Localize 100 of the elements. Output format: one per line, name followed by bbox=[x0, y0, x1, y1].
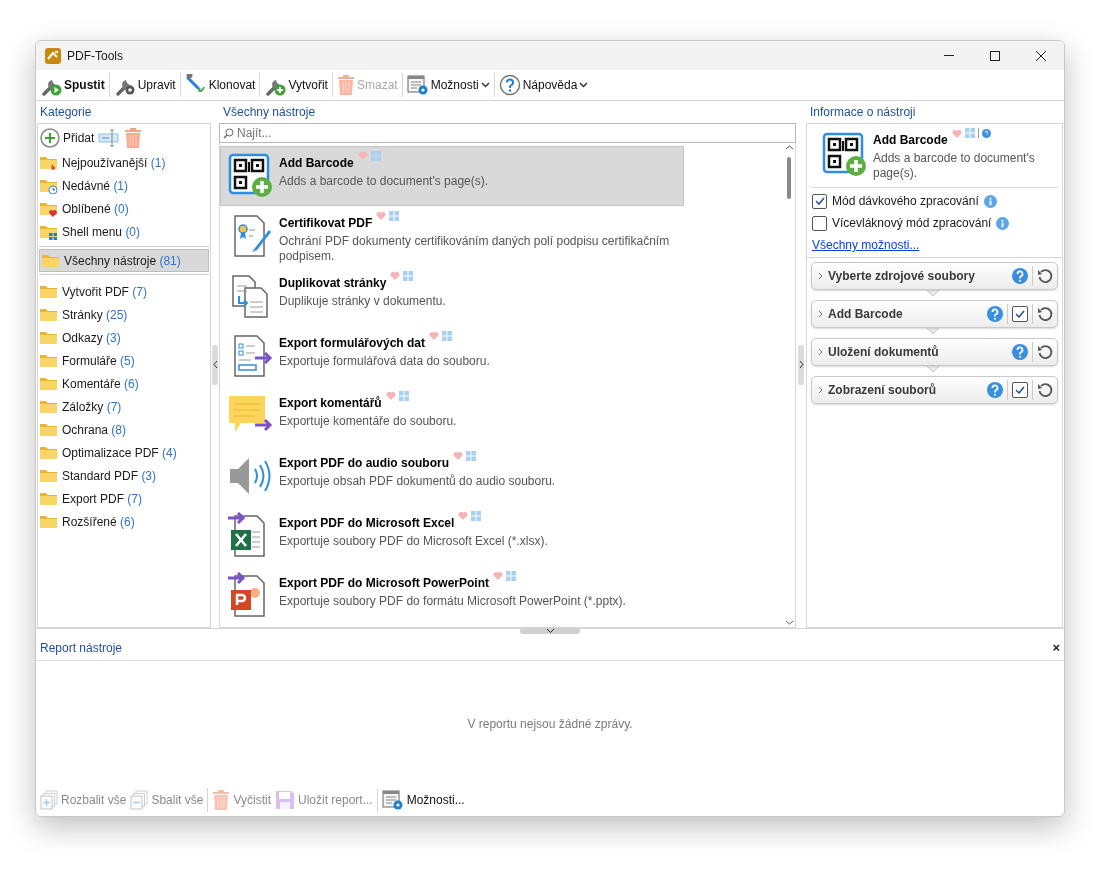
chevron-right-icon bbox=[798, 361, 804, 368]
checkbox[interactable] bbox=[812, 215, 827, 231]
tool-description: Ochrání PDF dokumenty certifikováním daných polí podpisu certifikačním podpisem. bbox=[279, 234, 671, 264]
category-item[interactable]: Nejpoužívanější (1) bbox=[38, 151, 210, 174]
step-panel[interactable]: Zobrazení souborů bbox=[811, 376, 1058, 404]
folder-icon bbox=[40, 283, 58, 300]
tool-title: Export PDF do Microsoft Excel bbox=[279, 515, 455, 532]
chevron-down-icon bbox=[579, 82, 589, 88]
add-button[interactable]: Přidat bbox=[40, 127, 95, 148]
category-item[interactable]: Standard PDF (3) bbox=[38, 464, 210, 487]
folder-windows-icon bbox=[40, 223, 58, 240]
windows-icon bbox=[466, 451, 476, 461]
heart-icon bbox=[453, 451, 463, 460]
checkbox[interactable] bbox=[812, 193, 827, 209]
help-icon bbox=[1012, 344, 1028, 360]
tool-item[interactable]: Duplikovat stránky Duplikuje stránky v dokumentu. bbox=[220, 266, 684, 326]
category-item[interactable]: Rozšířené (6) bbox=[38, 510, 210, 533]
help-icon bbox=[987, 382, 1003, 398]
category-item[interactable]: Všechny nástroje (81) bbox=[39, 249, 209, 272]
heart-icon bbox=[376, 211, 387, 220]
toolbar-button[interactable]: Nápověda bbox=[496, 71, 591, 99]
tool-item[interactable]: Export formulářových dat Exportuje formulářová data do souboru. bbox=[220, 326, 684, 386]
empty-message: V reportu nejsou žádné zprávy. bbox=[467, 715, 633, 733]
checkmark-icon bbox=[1015, 386, 1025, 394]
step-panel[interactable]: Add Barcode bbox=[811, 300, 1058, 328]
checkbox[interactable] bbox=[1012, 306, 1028, 322]
windows-icon bbox=[398, 391, 409, 401]
category-item[interactable]: Vytvořit PDF (7) bbox=[38, 280, 210, 303]
tool-description: Exportuje formulářová data do souboru. bbox=[279, 354, 491, 369]
category-item[interactable]: Komentáře (6) bbox=[38, 372, 210, 395]
folder-icon bbox=[40, 513, 58, 530]
trash-icon bbox=[336, 74, 355, 96]
options-gear-icon bbox=[381, 789, 404, 811]
tool-description: Exportuje soubory PDF do Microsoft Excel (*.xlsx). bbox=[279, 534, 549, 549]
toolbar-button[interactable]: Možnosti... bbox=[379, 787, 467, 813]
step-panel[interactable]: Vyberte zdrojové soubory bbox=[811, 262, 1058, 290]
tool-title: Add Barcode bbox=[279, 155, 354, 172]
tool-title: Export formulářových dat bbox=[279, 335, 426, 352]
tool-title: Certifikovat PDF bbox=[279, 215, 373, 232]
options-gear-icon bbox=[406, 74, 429, 96]
tool-item[interactable]: Add Barcode Adds a barcode to document's page(s). bbox=[220, 146, 684, 206]
tool-item[interactable]: Export komentářů Exportuje komentáře do souboru. bbox=[220, 386, 684, 446]
chevron-down-icon bbox=[480, 82, 490, 88]
folder-icon bbox=[40, 375, 58, 392]
heart-icon bbox=[951, 128, 962, 138]
category-item[interactable]: Oblíbené (0) bbox=[38, 197, 210, 220]
checkbox[interactable] bbox=[1012, 382, 1028, 398]
checkmark-icon bbox=[814, 197, 825, 205]
folder-clock-icon bbox=[40, 177, 58, 194]
scroll-down-icon bbox=[785, 620, 793, 625]
minimize-icon bbox=[944, 55, 954, 56]
splitter-handle[interactable] bbox=[212, 344, 218, 385]
tool-item[interactable]: Export PDF do Microsoft PowerPoint Exportuje soubory PDF do formátu Microsoft PowerPoint (*.pptx). bbox=[220, 566, 684, 626]
checkmark-icon bbox=[1015, 310, 1025, 318]
toolbar-button[interactable]: Vytvořit bbox=[262, 71, 330, 99]
option-label: Vícevláknový mód zpracování bbox=[832, 215, 992, 232]
search-icon bbox=[223, 128, 234, 139]
category-item[interactable]: Export PDF (7) bbox=[38, 487, 210, 510]
tool-title: Add Barcode bbox=[873, 132, 948, 149]
heart-icon bbox=[357, 151, 368, 160]
tool-description: Adds a barcode to document's page(s). bbox=[279, 174, 490, 189]
close-button[interactable]: × bbox=[1052, 641, 1060, 654]
category-item[interactable]: Ochrana (8) bbox=[38, 418, 210, 441]
category-item[interactable]: Shell menu (0) bbox=[38, 220, 210, 243]
category-item[interactable]: Odkazy (3) bbox=[38, 326, 210, 349]
scroll-up-icon bbox=[785, 145, 793, 150]
chevron-right-icon bbox=[818, 386, 823, 394]
category-item[interactable]: Formuláře (5) bbox=[38, 349, 210, 372]
qr-code-plus-icon bbox=[227, 152, 273, 200]
rename-icon bbox=[98, 128, 121, 147]
toolbar-button[interactable]: Upravit bbox=[111, 71, 178, 99]
help-icon bbox=[987, 306, 1003, 322]
windows-icon bbox=[964, 128, 975, 138]
category-item[interactable]: Nedávné (1) bbox=[38, 174, 210, 197]
scrollbar[interactable] bbox=[783, 143, 795, 627]
category-item[interactable]: Stránky (25) bbox=[38, 303, 210, 326]
chevron-right-icon bbox=[818, 310, 823, 318]
toolbar-button[interactable]: Možnosti bbox=[404, 71, 492, 99]
tool-item[interactable]: Certifikovat PDF Ochrání PDF dokumenty certifikováním daných polí podpisu certifikačním podpisem. bbox=[220, 206, 684, 266]
windows-icon bbox=[370, 151, 381, 161]
splitter-handle[interactable] bbox=[520, 628, 580, 634]
all-options-link[interactable]: Všechny možnosti... bbox=[812, 236, 1057, 254]
windows-icon bbox=[471, 511, 482, 521]
folder-icon bbox=[40, 398, 58, 415]
category-item[interactable]: Optimalizace PDF (4) bbox=[38, 441, 210, 464]
tool-item[interactable]: Export PDF do Microsoft Excel Exportuje soubory PDF do Microsoft Excel (*.xlsx). bbox=[220, 506, 684, 566]
search-field[interactable]: Najít... bbox=[219, 123, 796, 143]
chevron-right-icon bbox=[818, 348, 823, 356]
panel-header: Report nástroje bbox=[40, 639, 123, 657]
folder-icon bbox=[40, 490, 58, 507]
toolbar-button[interactable]: Spustit bbox=[38, 71, 107, 99]
splitter-handle[interactable] bbox=[798, 344, 804, 385]
heart-icon bbox=[429, 331, 440, 340]
windows-icon bbox=[403, 271, 414, 281]
category-item[interactable]: Záložky (7) bbox=[38, 395, 210, 418]
step-panel[interactable]: Uložení dokumentů bbox=[811, 338, 1058, 366]
tool-item[interactable]: Export PDF do audio souboru Exportuje obsah PDF dokumentů do audio souboru. bbox=[220, 446, 684, 506]
toolbar-button[interactable]: Klonovat bbox=[182, 71, 258, 99]
connector-notch-icon bbox=[927, 290, 939, 296]
info-icon bbox=[996, 216, 1010, 230]
